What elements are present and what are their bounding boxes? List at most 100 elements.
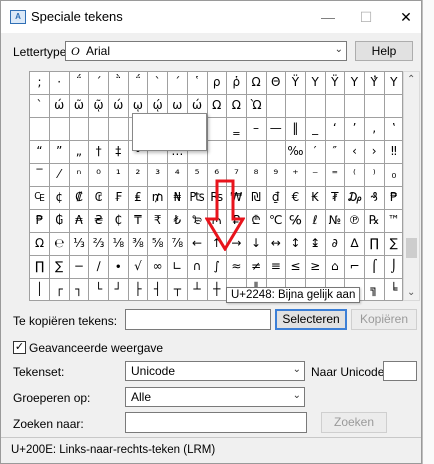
- character-cell[interactable]: ⁾: [364, 164, 385, 188]
- character-cell[interactable]: ™: [384, 210, 402, 234]
- character-cell[interactable]: ┴: [187, 279, 208, 300]
- character-cell[interactable]: ↕: [285, 233, 306, 257]
- character-cell[interactable]: ‖: [285, 118, 306, 142]
- character-cell[interactable]: ῭: [108, 72, 129, 96]
- character-cell[interactable]: ℞: [364, 210, 385, 234]
- character-cell[interactable]: ₡: [69, 187, 90, 211]
- character-cell[interactable]: ┐: [69, 279, 90, 300]
- character-cell[interactable]: ′: [305, 141, 326, 165]
- character-cell[interactable]: †: [89, 141, 110, 165]
- character-cell[interactable]: ώ: [49, 95, 70, 119]
- character-cell[interactable]: ₵: [108, 210, 129, 234]
- character-cell[interactable]: ώ: [108, 95, 129, 119]
- character-cell[interactable]: [246, 141, 267, 165]
- character-cell[interactable]: Ω: [226, 95, 247, 119]
- character-cell[interactable]: ΅: [69, 72, 90, 96]
- close-button[interactable]: ✕: [391, 7, 421, 27]
- character-cell[interactable]: —: [266, 118, 287, 142]
- character-cell[interactable]: −: [69, 256, 90, 280]
- character-cell[interactable]: ⁴: [167, 164, 188, 188]
- search-button[interactable]: Zoeken: [321, 412, 387, 433]
- character-cell[interactable]: ┌: [50, 279, 70, 300]
- search-input[interactable]: [125, 412, 307, 433]
- character-cell[interactable]: ;: [30, 72, 51, 96]
- character-cell[interactable]: Ω: [207, 95, 228, 119]
- character-cell[interactable]: ‹: [344, 141, 366, 165]
- character-cell[interactable]: [364, 95, 385, 119]
- character-cell[interactable]: └: [89, 279, 110, 300]
- character-cell[interactable]: [89, 118, 110, 142]
- character-cell[interactable]: ⅛: [108, 233, 129, 257]
- character-cell[interactable]: ²: [128, 164, 149, 188]
- character-cell[interactable]: ≥: [305, 256, 326, 280]
- character-cell[interactable]: ₠: [30, 187, 51, 211]
- group-dropdown[interactable]: Alle ⌄: [125, 387, 305, 407]
- character-cell[interactable]: ⅞: [167, 233, 188, 257]
- character-cell[interactable]: ₱: [30, 210, 51, 234]
- character-cell[interactable]: [384, 95, 402, 119]
- character-cell[interactable]: ₢: [89, 187, 110, 211]
- character-cell[interactable]: [325, 95, 346, 119]
- character-cell[interactable]: ‼: [384, 141, 402, 165]
- character-cell[interactable]: │: [30, 279, 51, 300]
- character-cell[interactable]: ’: [344, 118, 366, 142]
- character-cell[interactable]: ≈: [226, 256, 247, 280]
- character-cell[interactable]: ⁻: [305, 164, 326, 188]
- character-cell[interactable]: ”: [49, 141, 70, 165]
- character-cell[interactable]: ₴: [89, 210, 110, 234]
- character-cell[interactable]: ↓: [246, 233, 267, 257]
- character-cell[interactable]: ∫: [207, 256, 228, 280]
- scroll-down-icon[interactable]: ⌄: [407, 287, 415, 298]
- advanced-view-checkbox[interactable]: ✓: [13, 341, 26, 354]
- character-cell[interactable]: ₲: [49, 210, 70, 234]
- character-cell[interactable]: ⁄: [49, 164, 70, 188]
- character-cell[interactable]: ⁼: [325, 164, 346, 188]
- character-cell[interactable]: ┼: [207, 279, 228, 300]
- character-cell[interactable]: Ὼ: [246, 95, 267, 119]
- character-cell[interactable]: ∙: [108, 256, 129, 280]
- character-cell[interactable]: ↔: [266, 233, 287, 257]
- character-cell[interactable]: ₹: [148, 210, 169, 234]
- character-cell[interactable]: ⁽: [344, 164, 366, 188]
- character-cell[interactable]: [305, 95, 326, 119]
- character-cell[interactable]: ‰: [285, 141, 306, 165]
- character-cell[interactable]: ₺: [167, 210, 188, 234]
- character-cell[interactable]: ⌠: [364, 256, 385, 280]
- help-button[interactable]: Help: [355, 41, 413, 61]
- character-cell[interactable]: ∂: [325, 233, 346, 257]
- character-cell[interactable]: ΄: [89, 72, 110, 96]
- character-cell[interactable]: ¢: [49, 187, 70, 211]
- character-cell[interactable]: [49, 118, 70, 142]
- character-cell[interactable]: ⅜: [128, 233, 149, 257]
- character-cell[interactable]: ῾: [187, 72, 208, 96]
- character-cell[interactable]: ┘: [109, 279, 129, 300]
- character-cell[interactable]: Ω: [30, 233, 51, 257]
- character-cell[interactable]: Υ: [305, 72, 326, 96]
- character-cell[interactable]: ∏: [30, 256, 51, 280]
- character-cell[interactable]: Ω: [246, 72, 267, 96]
- charset-dropdown[interactable]: Unicode ⌄: [125, 361, 305, 381]
- character-cell[interactable]: ῶ: [69, 95, 90, 119]
- grid-scrollbar[interactable]: ⌃ ⌄: [403, 71, 420, 301]
- character-cell[interactable]: ρ: [207, 72, 228, 96]
- character-cell[interactable]: ⁿ: [69, 164, 90, 188]
- character-cell[interactable]: ₾: [246, 210, 267, 234]
- character-cell[interactable]: –: [246, 118, 267, 142]
- character-cell[interactable]: [207, 118, 228, 142]
- character-cell[interactable]: ₰: [364, 187, 385, 211]
- character-cell[interactable]: [266, 141, 287, 165]
- character-cell[interactable]: ₳: [69, 210, 90, 234]
- character-cell[interactable]: ┤: [148, 279, 169, 300]
- select-button[interactable]: Selecteren: [275, 309, 347, 330]
- character-cell[interactable]: ῥ: [226, 72, 247, 96]
- character-cell[interactable]: [226, 141, 247, 165]
- character-cell[interactable]: ‾: [30, 164, 51, 188]
- character-cell[interactable]: [266, 95, 287, 119]
- character-cell[interactable]: “: [30, 141, 51, 165]
- character-cell[interactable]: ·: [49, 72, 70, 96]
- character-cell[interactable]: ₫: [266, 187, 287, 211]
- character-cell[interactable]: [285, 95, 306, 119]
- character-cell[interactable]: ›: [364, 141, 385, 165]
- character-cell[interactable]: ‗: [226, 118, 247, 142]
- minimize-button[interactable]: —: [313, 7, 343, 27]
